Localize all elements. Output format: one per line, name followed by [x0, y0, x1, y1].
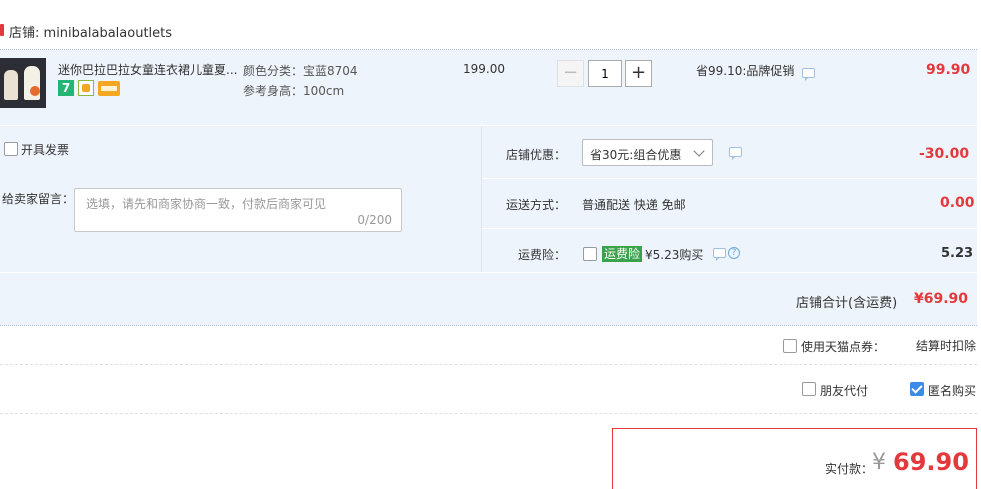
- shop-discount-amount: -30.00: [919, 146, 970, 162]
- shop-header: 店铺: minibalabalaoutlets: [9, 22, 172, 41]
- options-row-divider: [482, 228, 977, 229]
- shop-icon: [0, 24, 4, 36]
- unit-price: 199.00: [463, 62, 505, 76]
- chevron-down-icon: [693, 145, 705, 157]
- credit-card-icon: [98, 81, 120, 96]
- shop-total-label: 店铺合计(含运费): [796, 296, 898, 311]
- tmall-points-note: 结算时扣除: [916, 339, 977, 353]
- discount-info-icon[interactable]: [729, 147, 742, 160]
- quantity-input[interactable]: [588, 60, 622, 87]
- item-promotion: 省99.10:品牌促销: [696, 64, 795, 78]
- tmall-points-label: 使用天猫点券：: [801, 340, 886, 354]
- product-color-spec: 颜色分类：宝蓝8704: [243, 64, 358, 78]
- item-subtotal: 99.90: [926, 62, 971, 78]
- shipping-amount: 0.00: [940, 195, 975, 211]
- seller-message-placeholder: 选填，请先和商家协商一致，付款后商家可见: [86, 197, 327, 211]
- anonymous-purchase-checkbox[interactable]: [910, 382, 924, 396]
- shipping-insurance-amount: 5.23: [941, 246, 974, 261]
- payment-currency: ¥: [872, 450, 886, 475]
- tmall-points-checkbox[interactable]: [783, 339, 797, 353]
- invoice-checkbox[interactable]: [4, 142, 18, 156]
- seller-message-label: 给卖家留言：: [2, 192, 75, 206]
- shop-discount-label: 店铺优惠：: [506, 148, 567, 162]
- options-divider: [481, 126, 482, 272]
- quantity-decrease-button[interactable]: −: [557, 60, 584, 87]
- invoice-label: 开具发票: [21, 143, 70, 157]
- shop-name-link[interactable]: minibalabalaoutlets: [44, 26, 173, 41]
- friend-pay-label: 朋友代付: [820, 384, 869, 398]
- promotion-info-icon[interactable]: [802, 68, 815, 81]
- shop-label: 店铺:: [9, 26, 40, 41]
- points-divider: [0, 364, 977, 365]
- payment-amount: 69.90: [893, 448, 969, 476]
- shop-total-amount: ¥69.90: [914, 291, 969, 307]
- payment-label: 实付款：: [825, 462, 874, 476]
- shipping-insurance-label: 运费险：: [518, 248, 567, 262]
- seven-day-return-icon: 7: [58, 80, 74, 96]
- anonymous-purchase-label: 匿名购买: [928, 384, 977, 398]
- options-bottom-divider: [0, 413, 977, 414]
- shipping-insurance-checkbox[interactable]: [583, 247, 597, 261]
- insurance-info-icon[interactable]: [713, 248, 726, 261]
- shipping-insurance-tag: 运费险: [602, 246, 643, 262]
- shop-discount-select[interactable]: 省30元:组合优惠: [582, 139, 713, 166]
- shipping-method: 普通配送 快递 免邮: [582, 198, 686, 212]
- product-thumbnail[interactable]: [0, 58, 46, 108]
- shop-discount-selected: 省30元:组合优惠: [590, 148, 682, 162]
- guarantee-icon: [78, 80, 94, 96]
- shipping-label: 运送方式：: [506, 198, 567, 212]
- friend-pay-checkbox[interactable]: [802, 382, 816, 396]
- seller-message-counter: 0/200: [357, 213, 392, 227]
- quantity-increase-button[interactable]: +: [625, 60, 652, 87]
- shipping-insurance-price: ¥5.23购买: [645, 248, 704, 262]
- shop-total-divider: [0, 325, 977, 326]
- product-height-spec: 参考身高：100cm: [243, 84, 345, 98]
- seller-message-textarea[interactable]: 选填，请先和商家协商一致，付款后商家可见 0/200: [74, 188, 402, 232]
- product-title-link[interactable]: 迷你巴拉巴拉女童连衣裙儿童夏...: [58, 61, 238, 78]
- options-row-divider: [482, 178, 977, 179]
- help-icon[interactable]: ?: [728, 247, 740, 259]
